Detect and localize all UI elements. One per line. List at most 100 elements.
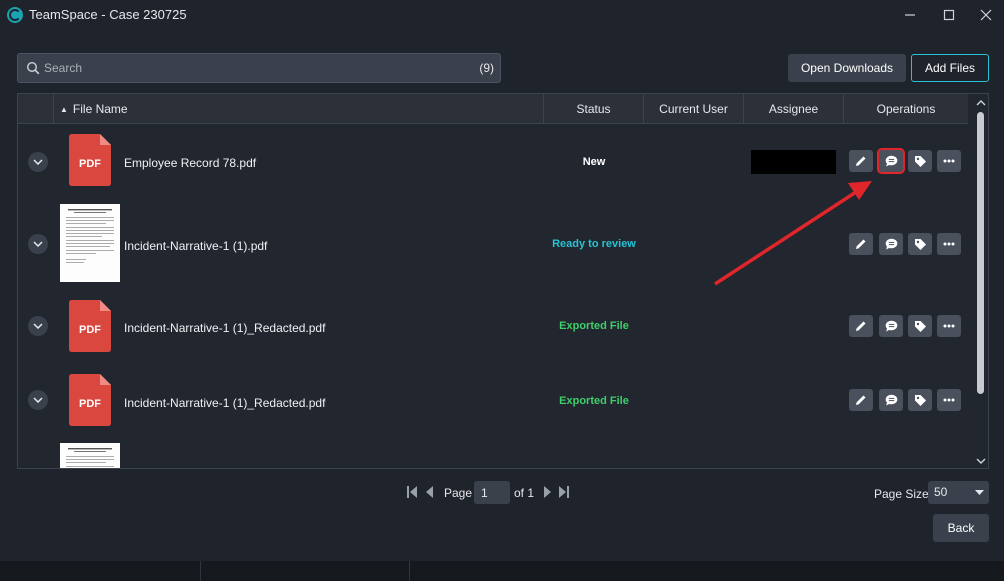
search-result-count: (9) [479, 61, 494, 75]
column-header-status[interactable]: Status [543, 94, 643, 124]
column-header-file-name[interactable]: ▲ File Name [53, 94, 543, 124]
pdf-label: PDF [79, 324, 101, 336]
status-badge: Exported File [559, 395, 629, 407]
more-icon [943, 159, 955, 163]
pencil-icon [856, 156, 866, 166]
comment-icon [885, 320, 897, 332]
more-options-button[interactable] [937, 150, 961, 172]
pdf-file-icon: PDF [69, 134, 111, 186]
page-number-input[interactable] [474, 481, 510, 504]
last-page-icon[interactable] [559, 486, 569, 498]
edit-button[interactable] [849, 233, 873, 255]
table-row[interactable]: PDF Employee Record 78.pdf New [18, 122, 968, 202]
expand-row-button[interactable] [28, 234, 48, 254]
file-name: Employee Record 78.pdf [124, 156, 257, 170]
comment-button[interactable] [879, 233, 903, 255]
tag-button[interactable] [908, 315, 932, 337]
comment-icon [885, 394, 897, 406]
pdf-label: PDF [79, 398, 101, 410]
edit-button[interactable] [849, 150, 873, 172]
more-icon [943, 398, 955, 402]
scrollbar-thumb[interactable] [977, 112, 984, 394]
tag-button[interactable] [908, 389, 932, 411]
more-options-button[interactable] [937, 389, 961, 411]
file-name: Incident-Narrative-1 (1)_Redacted.pdf [124, 321, 326, 335]
previous-page-icon[interactable] [426, 486, 433, 498]
tag-button[interactable] [908, 150, 932, 172]
page-label: Page [444, 486, 473, 500]
search-box[interactable]: (9) [17, 53, 501, 83]
status-badge: New [582, 156, 606, 168]
page-size-label: Page Size [874, 487, 929, 501]
document-preview-icon [66, 448, 114, 467]
comment-button[interactable] [877, 148, 905, 174]
expander-column-header [18, 94, 53, 124]
table-row[interactable]: PDF Incident-Narrative-1 (1)_Redacted.pd… [18, 360, 968, 440]
pencil-icon [856, 395, 866, 405]
chevron-down-icon [33, 323, 43, 329]
tag-icon [914, 238, 926, 250]
column-header-assignee[interactable]: Assignee [743, 94, 843, 124]
chevron-down-icon [33, 241, 43, 247]
more-icon [943, 242, 955, 246]
pencil-icon [856, 321, 866, 331]
add-files-button[interactable]: Add Files [911, 54, 989, 82]
tag-icon [914, 394, 926, 406]
scroll-down-icon[interactable] [973, 454, 988, 468]
expand-row-button[interactable] [28, 316, 48, 336]
comment-button[interactable] [879, 389, 903, 411]
status-badge: Exported File [559, 320, 629, 332]
page-size-value: 50 [934, 485, 948, 499]
more-options-button[interactable] [937, 315, 961, 337]
maximize-icon [943, 9, 955, 21]
edit-button[interactable] [849, 389, 873, 411]
table-row[interactable] [18, 442, 968, 468]
maximize-button[interactable] [937, 4, 961, 26]
table-row[interactable]: Incident-Narrative-1 (1).pdf Ready to re… [18, 203, 968, 283]
comment-button[interactable] [879, 315, 903, 337]
page-size-select[interactable]: 50 [928, 481, 989, 504]
document-thumbnail [60, 443, 120, 468]
pdf-file-icon: PDF [69, 374, 111, 426]
status-badge: Ready to review [552, 238, 636, 250]
app-logo-icon [7, 7, 23, 23]
close-button[interactable] [974, 4, 998, 26]
close-icon [980, 9, 992, 21]
grid-scrollbar[interactable] [973, 94, 988, 468]
column-header-operations: Operations [843, 94, 968, 124]
chevron-down-icon [33, 159, 43, 165]
minimize-icon [905, 14, 915, 16]
next-page-icon[interactable] [544, 486, 551, 498]
file-name: Incident-Narrative-1 (1).pdf [124, 239, 268, 253]
grid-header: ▲ File Name Status Current User Assignee… [18, 94, 968, 124]
expand-row-button[interactable] [28, 390, 48, 410]
file-grid: ▲ File Name Status Current User Assignee… [17, 93, 989, 469]
minimize-button[interactable] [898, 4, 922, 26]
table-row[interactable]: PDF Incident-Narrative-1 (1)_Redacted.pd… [18, 286, 968, 366]
chevron-down-icon [975, 490, 984, 495]
more-options-button[interactable] [937, 233, 961, 255]
open-downloads-button[interactable]: Open Downloads [788, 54, 906, 82]
assignee-redacted [751, 150, 836, 174]
title-bar: TeamSpace - Case 230725 [0, 0, 1004, 30]
back-button[interactable]: Back [933, 514, 989, 542]
edit-button[interactable] [849, 315, 873, 337]
search-input[interactable] [44, 58, 464, 78]
document-thumbnail [60, 204, 120, 282]
scroll-up-icon[interactable] [973, 96, 988, 110]
pagination-next-last [544, 486, 569, 498]
search-icon [26, 61, 40, 75]
first-page-icon[interactable] [407, 486, 417, 498]
tag-icon [914, 155, 926, 167]
window-title: TeamSpace - Case 230725 [29, 7, 187, 22]
column-header-file-name-label: File Name [72, 102, 128, 116]
strip-divider [409, 561, 410, 581]
column-header-current-user[interactable]: Current User [643, 94, 743, 124]
pencil-icon [856, 239, 866, 249]
comment-icon [885, 238, 897, 250]
strip-divider [200, 561, 201, 581]
tag-button[interactable] [908, 233, 932, 255]
page-count-label: of 1 [514, 486, 535, 500]
expand-row-button[interactable] [28, 152, 48, 172]
pdf-file-icon: PDF [69, 300, 111, 352]
